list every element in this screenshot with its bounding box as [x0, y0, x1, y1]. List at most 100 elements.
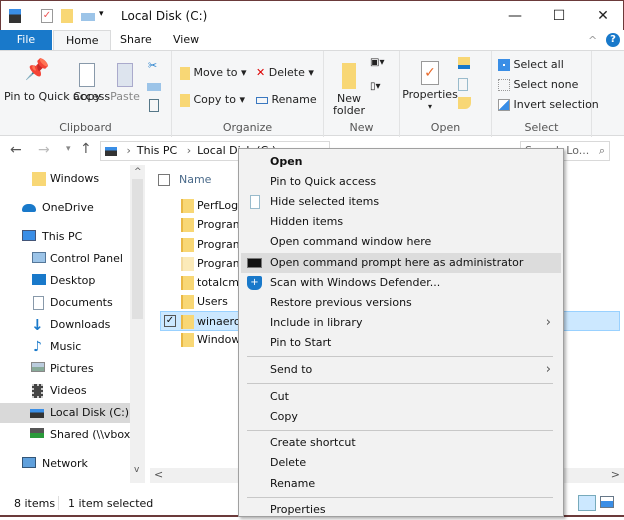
edit-icon[interactable] [458, 78, 468, 91]
select-all-button[interactable]: Select all [498, 58, 564, 71]
tab-home[interactable]: Home [53, 30, 112, 50]
paste-button[interactable]: Paste [108, 63, 142, 103]
history-icon[interactable] [458, 97, 471, 109]
paste-shortcut-icon[interactable] [149, 99, 159, 112]
menu-separator [247, 430, 553, 431]
status-divider [58, 496, 59, 510]
collapse-ribbon-icon[interactable]: ^ [588, 34, 597, 47]
tab-view[interactable]: View [161, 30, 211, 50]
nav-item-onedrive[interactable]: OneDrive [0, 198, 130, 218]
properties-button[interactable]: ✓ Properties ▾ [402, 61, 458, 113]
menu-item-include-in-library[interactable]: Include in library › [241, 313, 561, 333]
tab-share[interactable]: Share [108, 30, 164, 50]
invert-selection-icon [498, 99, 510, 111]
delete-button[interactable]: ✕ Delete ▾ [256, 66, 314, 79]
help-icon[interactable]: ? [606, 33, 620, 47]
recent-locations-button[interactable]: ▾ [66, 144, 71, 154]
column-header-name[interactable]: Name [179, 173, 211, 186]
paste-icon [117, 63, 133, 87]
scroll-up-icon[interactable]: ^ [134, 167, 142, 177]
control-panel-icon [32, 252, 46, 263]
nav-item-shared[interactable]: Shared (\\vboxsrv) [0, 425, 130, 445]
scroll-thumb[interactable] [132, 179, 143, 319]
close-button[interactable]: ✕ [583, 5, 623, 27]
move-to-button[interactable]: Move to ▾ [180, 66, 247, 80]
drive-icon [30, 409, 44, 418]
copy-to-button[interactable]: Copy to ▾ [180, 93, 245, 107]
nav-item-downloads[interactable]: ↓ Downloads [0, 315, 130, 335]
up-button[interactable]: ↑ [80, 141, 92, 157]
menu-item-open-command-window[interactable]: Open command window here [241, 232, 561, 252]
nav-item-windows[interactable]: Windows [0, 169, 130, 189]
menu-item-hidden-items[interactable]: Hidden items [241, 212, 561, 232]
nav-item-pictures[interactable]: Pictures [0, 359, 130, 379]
select-all-icon [498, 59, 510, 71]
nav-item-desktop[interactable]: Desktop [0, 271, 130, 291]
menu-item-rename[interactable]: Rename [241, 474, 561, 494]
computer-icon [22, 230, 36, 241]
forward-button[interactable]: → [38, 142, 50, 158]
menu-item-cut[interactable]: Cut [241, 387, 561, 407]
menu-item-hide-selected[interactable]: Hide selected items [241, 192, 561, 212]
customize-qa-icon[interactable]: ▾ [99, 9, 104, 19]
scroll-right-icon[interactable]: > [611, 468, 620, 481]
large-icons-view-button[interactable] [600, 496, 614, 508]
nav-item-documents[interactable]: Documents [0, 293, 130, 313]
folder-icon [181, 333, 194, 347]
rename-qa-icon[interactable] [81, 13, 95, 21]
submenu-arrow-icon: › [545, 362, 551, 377]
music-icon: ♪ [33, 339, 42, 355]
scroll-left-icon[interactable]: < [154, 468, 163, 481]
breadcrumb-separator: › [186, 144, 192, 157]
menu-item-pin-quick-access[interactable]: Pin to Quick access [241, 172, 561, 192]
back-button[interactable]: ← [10, 142, 22, 158]
menu-item-delete[interactable]: Delete [241, 453, 561, 473]
menu-item-copy[interactable]: Copy [241, 407, 561, 427]
new-item-icon[interactable]: ▣▾ [370, 57, 384, 68]
folder-icon [181, 315, 194, 329]
hidden-folder-icon [181, 257, 194, 271]
properties-icon: ✓ [421, 61, 439, 85]
menu-item-open-command-prompt-admin[interactable]: Open command prompt here as administrato… [241, 253, 561, 273]
scroll-down-icon[interactable]: v [134, 465, 139, 475]
menu-item-open[interactable]: Open [241, 152, 561, 172]
nav-item-this-pc[interactable]: This PC [0, 227, 130, 247]
tab-file[interactable]: File [0, 30, 52, 50]
pin-quick-access-button[interactable]: 📌 Pin to Quick access [4, 59, 110, 103]
copy-path-icon[interactable] [147, 83, 161, 91]
rename-button[interactable]: Rename [256, 93, 317, 106]
menu-item-properties[interactable]: Properties [241, 500, 561, 520]
menu-item-scan-defender[interactable]: + Scan with Windows Defender... [241, 273, 561, 293]
easy-access-icon[interactable]: ▯▾ [370, 81, 381, 92]
select-all-checkbox[interactable] [158, 174, 170, 186]
nav-item-network[interactable]: Network [0, 454, 130, 474]
select-none-button[interactable]: Select none [498, 78, 578, 91]
copy-button[interactable]: Copy [72, 63, 102, 103]
search-icon: ⌕ [598, 144, 605, 157]
new-folder-qa-icon[interactable] [61, 9, 73, 23]
menu-item-send-to[interactable]: Send to › [241, 360, 561, 380]
menu-item-restore-previous-versions[interactable]: Restore previous versions [241, 293, 561, 313]
nav-item-local-disk[interactable]: Local Disk (C:) [0, 403, 130, 423]
breadcrumb-this-pc[interactable]: This PC [137, 144, 177, 157]
maximize-button[interactable]: ☐ [539, 5, 579, 27]
new-folder-button[interactable]: New folder [328, 63, 370, 117]
minimize-button[interactable]: — [495, 5, 535, 27]
nav-item-control-panel[interactable]: Control Panel [0, 249, 130, 269]
menu-item-pin-to-start[interactable]: Pin to Start [241, 333, 561, 353]
selection-count: 1 item selected [68, 497, 154, 510]
details-view-button[interactable] [578, 495, 596, 511]
invert-selection-button[interactable]: Invert selection [498, 98, 599, 111]
videos-icon [32, 384, 43, 398]
delete-icon: ✕ [256, 66, 266, 79]
menu-separator [247, 383, 553, 384]
nav-item-music[interactable]: ♪ Music [0, 337, 130, 357]
clipboard-group: 📌 Pin to Quick access Copy Paste ✂ Clipb… [0, 51, 172, 137]
nav-item-videos[interactable]: Videos [0, 381, 130, 401]
cut-icon[interactable]: ✂ [148, 59, 157, 72]
open-icon[interactable] [458, 57, 470, 69]
nav-scrollbar[interactable]: ^ v [130, 165, 145, 483]
item-checkbox-checked[interactable]: ✓ [164, 315, 176, 327]
properties-qa-icon[interactable]: ✓ [41, 9, 53, 23]
menu-item-create-shortcut[interactable]: Create shortcut [241, 433, 561, 453]
